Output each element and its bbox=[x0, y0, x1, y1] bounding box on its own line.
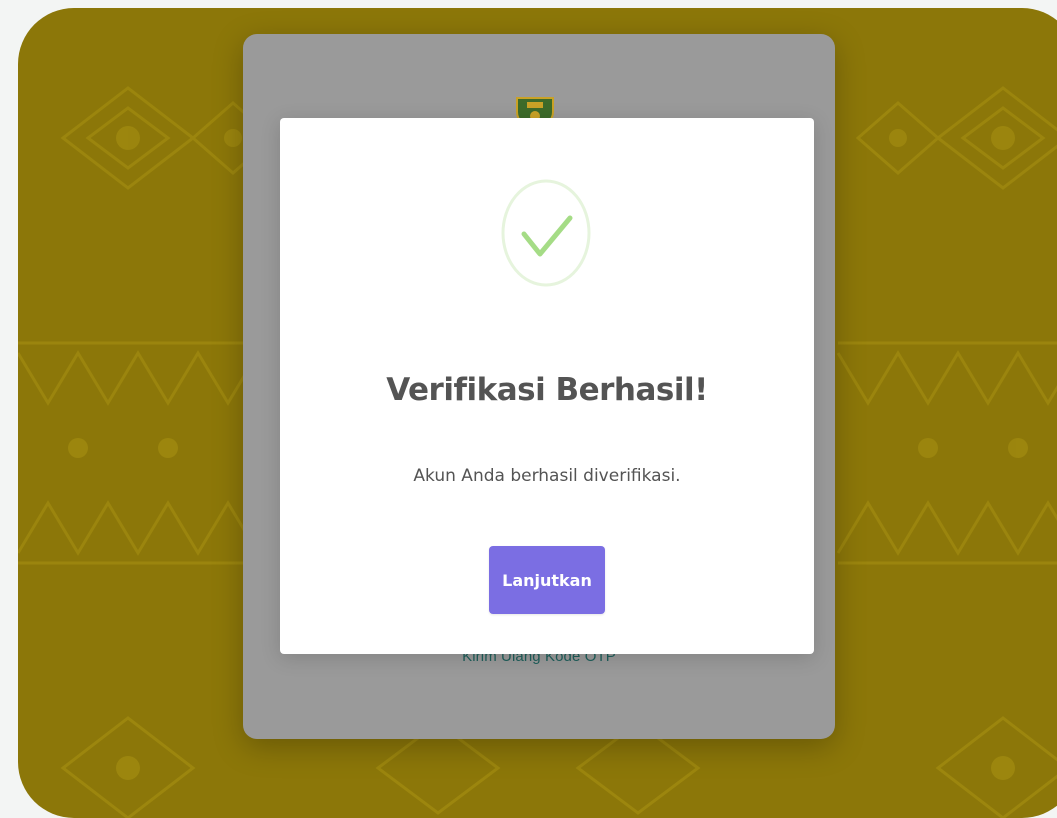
modal-title: Verifikasi Berhasil! bbox=[386, 372, 708, 408]
continue-button[interactable]: Lanjutkan bbox=[489, 546, 605, 614]
app-frame: Kirim Ulang Kode OTP Verifikasi Berhasil… bbox=[18, 8, 1057, 818]
success-modal: Verifikasi Berhasil! Akun Anda berhasil … bbox=[280, 118, 814, 654]
modal-message: Akun Anda berhasil diverifikasi. bbox=[413, 466, 681, 486]
success-check-icon bbox=[501, 179, 591, 287]
